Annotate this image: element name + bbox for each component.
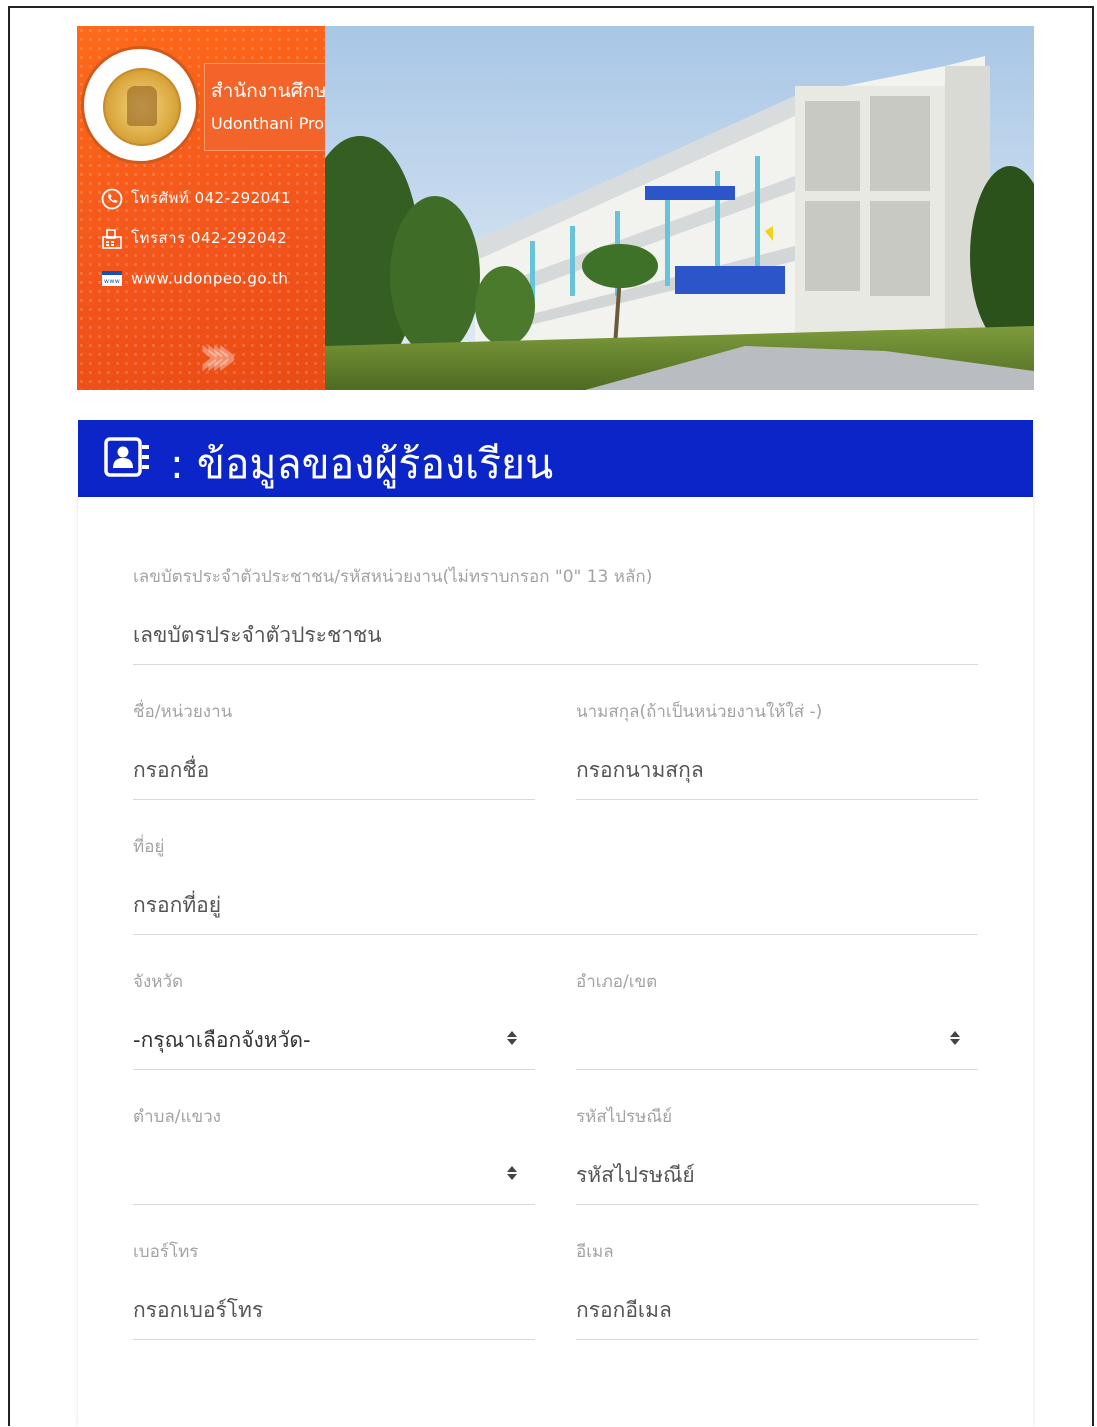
chevron-decoration: ›››› bbox=[197, 321, 238, 389]
ministry-seal-logo bbox=[81, 46, 199, 164]
id-number-input[interactable]: เลขบัตรประจำตัวประชาชน bbox=[133, 619, 382, 652]
contact-card-icon bbox=[104, 437, 149, 477]
postcode-input[interactable]: รหัสไปรษณีย์ bbox=[576, 1159, 695, 1192]
phone-icon bbox=[101, 188, 123, 209]
phone-input[interactable]: กรอกเบอร์โทร bbox=[133, 1294, 263, 1327]
id-number-field: เลขบัตรประจำตัวประชาชน/รหัสหน่วยงาน(ไม่ท… bbox=[133, 563, 978, 665]
phone-label: เบอร์โทร bbox=[133, 1242, 199, 1262]
email-field: อีเมล กรอกอีเมล bbox=[576, 1238, 978, 1340]
email-label: อีเมล bbox=[576, 1242, 614, 1262]
district-field: อำเภอ/เขต bbox=[576, 968, 978, 1070]
email-input[interactable]: กรอกอีเมล bbox=[576, 1294, 672, 1327]
contact-website: www www.udonpeo.go.th bbox=[101, 268, 288, 290]
first-name-input[interactable]: กรอกชื่อ bbox=[133, 754, 209, 787]
id-number-label: เลขบัตรประจำตัวประชาชน/รหัสหน่วยงาน(ไม่ท… bbox=[133, 567, 653, 587]
province-select[interactable]: -กรุณาเลือกจังหวัด- bbox=[133, 1024, 311, 1057]
address-field: ที่อยู่ กรอกที่อยู่ bbox=[133, 833, 978, 935]
header-banner: โทรศัพท์ 042-292041 โทรสาร 042-292042 ww… bbox=[77, 26, 1034, 390]
website-icon: www bbox=[102, 271, 122, 286]
sort-arrows-icon bbox=[507, 1166, 517, 1180]
sort-arrows-icon bbox=[950, 1031, 960, 1045]
postcode-field: รหัสไปรษณีย์ รหัสไปรษณีย์ bbox=[576, 1103, 978, 1205]
svg-text:www: www bbox=[104, 278, 120, 285]
province-field: จังหวัด -กรุณาเลือกจังหวัด- bbox=[133, 968, 535, 1070]
address-label: ที่อยู่ bbox=[133, 837, 165, 857]
postcode-label: รหัสไปรษณีย์ bbox=[576, 1107, 673, 1127]
fax-text: โทรสาร 042-292042 bbox=[131, 229, 288, 247]
phone-text: โทรศัพท์ 042-292041 bbox=[131, 189, 291, 207]
section-title: : ข้อมูลของผู้ร้องเรียน bbox=[170, 440, 554, 488]
fax-icon bbox=[102, 228, 122, 249]
address-input[interactable]: กรอกที่อยู่ bbox=[133, 889, 221, 922]
province-label: จังหวัด bbox=[133, 972, 184, 992]
last-name-field: นามสกุล(ถ้าเป็นหน่วยงานให้ใส่ -) กรอกนาม… bbox=[576, 698, 978, 800]
contact-phone: โทรศัพท์ 042-292041 bbox=[101, 186, 291, 210]
school-building-photo bbox=[325, 26, 1034, 390]
sort-arrows-icon bbox=[507, 1031, 517, 1045]
complainant-section-header: : ข้อมูลของผู้ร้องเรียน bbox=[78, 420, 1033, 497]
last-name-input[interactable]: กรอกนามสกุล bbox=[576, 754, 704, 787]
phone-field: เบอร์โทร กรอกเบอร์โทร bbox=[133, 1238, 535, 1340]
first-name-label: ชื่อ/หน่วยงาน bbox=[133, 702, 233, 722]
district-label: อำเภอ/เขต bbox=[576, 972, 658, 992]
subdistrict-field: ตำบล/แขวง bbox=[133, 1103, 535, 1205]
website-text: www.udonpeo.go.th bbox=[131, 269, 289, 288]
last-name-label: นามสกุล(ถ้าเป็นหน่วยงานให้ใส่ -) bbox=[576, 702, 823, 722]
contact-fax: โทรสาร 042-292042 bbox=[101, 226, 287, 250]
first-name-field: ชื่อ/หน่วยงาน กรอกชื่อ bbox=[133, 698, 535, 800]
complainant-form-card: เลขบัตรประจำตัวประชาชน/รหัสหน่วยงาน(ไม่ท… bbox=[78, 497, 1033, 1427]
subdistrict-label: ตำบล/แขวง bbox=[133, 1107, 221, 1127]
